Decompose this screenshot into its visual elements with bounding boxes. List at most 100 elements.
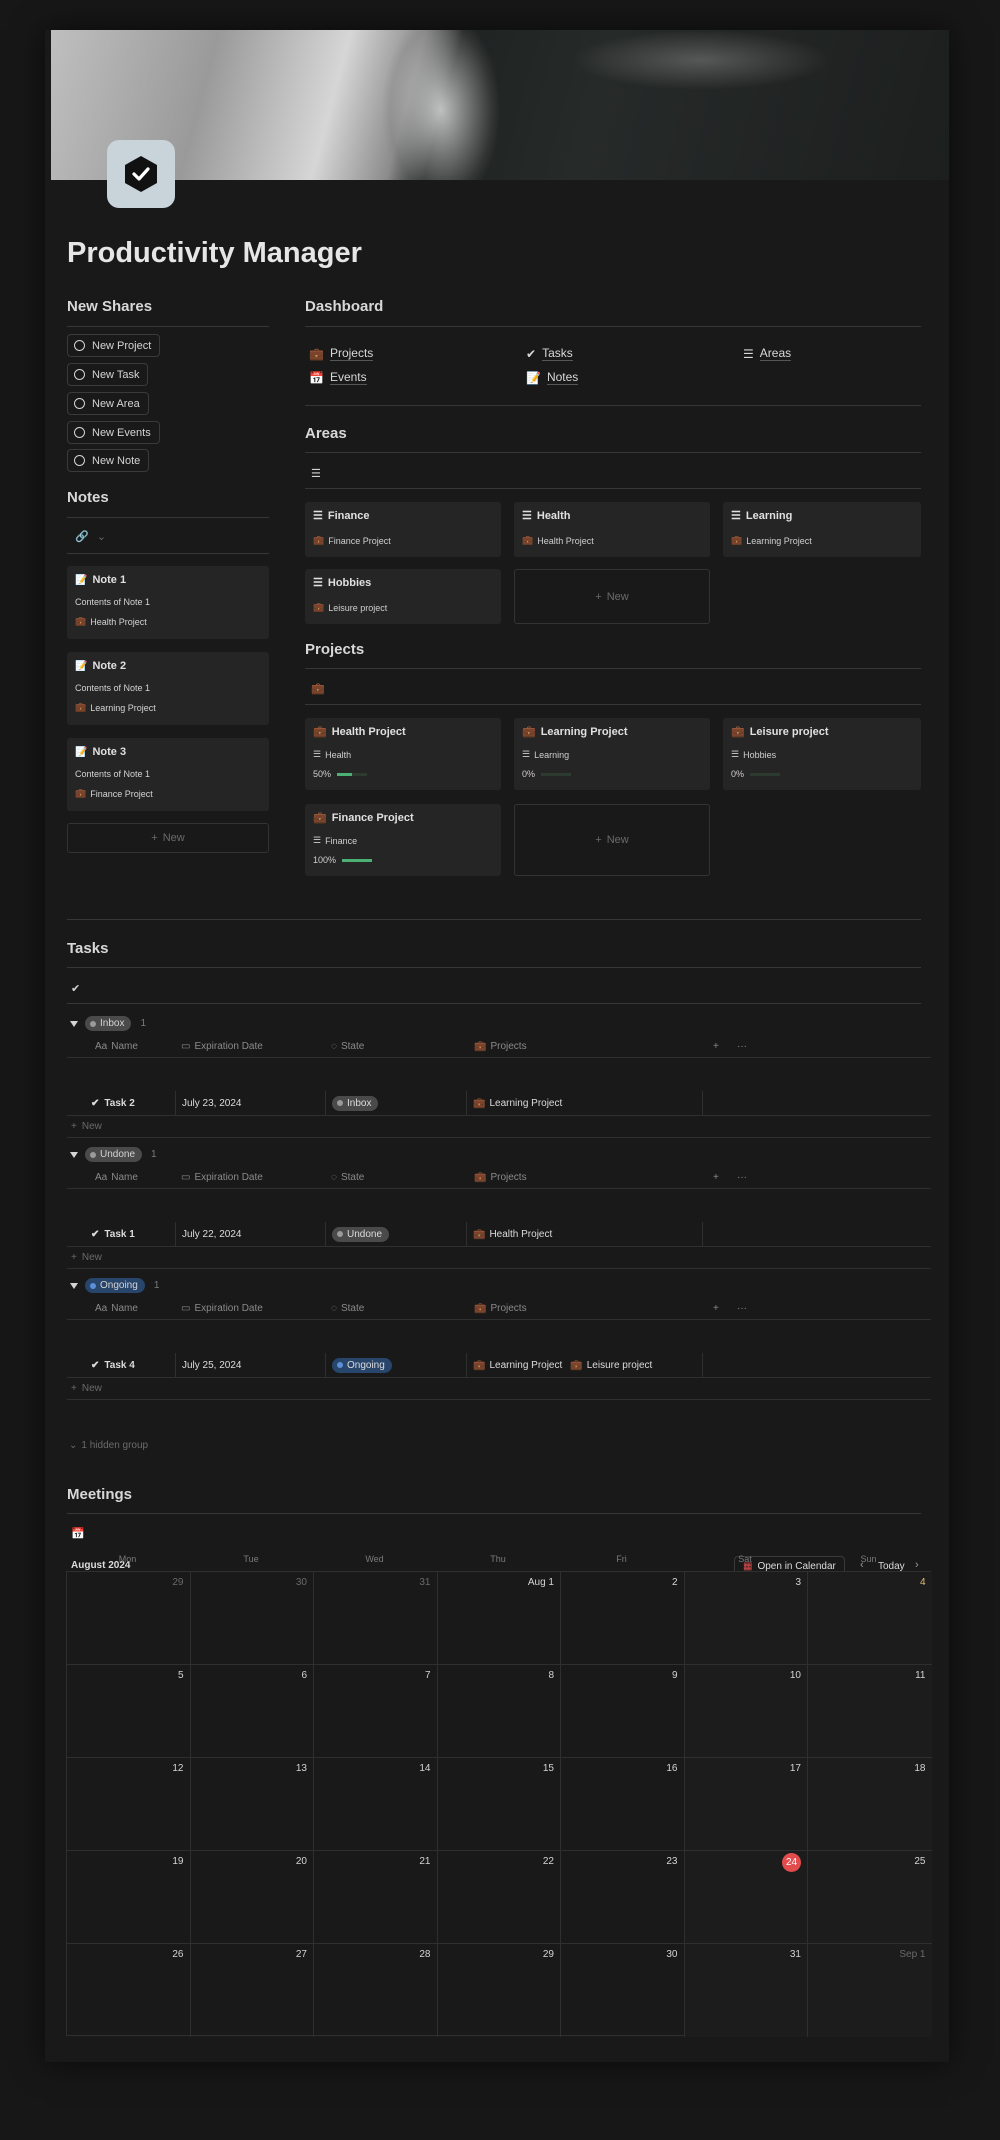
column-state[interactable]: ◌ State [331,1303,364,1314]
calendar-day[interactable]: 6 [190,1665,314,1758]
project-card-leisure[interactable]: 💼 Leisure project ☰ Hobbies 0% [723,718,921,790]
note-icon: 📝 [75,746,88,758]
column-name[interactable]: Aa Name [95,1303,138,1314]
page-icon[interactable] [107,140,175,208]
cover-image[interactable] [51,30,949,180]
calendar-day[interactable]: 10 [684,1665,808,1758]
check-circle-icon[interactable]: ✔ [71,982,80,995]
calendar-day[interactable]: 14 [314,1758,438,1851]
project-link[interactable]: Leisure project [587,1360,653,1371]
calendar-day[interactable]: 18 [808,1758,932,1851]
calendar-day[interactable]: 31 [684,1944,808,2037]
hidden-groups-toggle[interactable]: ⌄ 1 hidden group [69,1440,148,1451]
column-projects[interactable]: 💼 Projects [474,1303,527,1314]
column-projects[interactable]: 💼 Projects [474,1041,527,1052]
calendar-day[interactable]: 16 [561,1758,685,1851]
calendar-day[interactable]: 13 [190,1758,314,1851]
calendar-day[interactable]: 26 [67,1944,191,2037]
calendar-day[interactable]: 23 [561,1851,685,1944]
area-card-health[interactable]: ☰ Health 💼 Health Project [514,502,710,557]
calendar-day[interactable]: 24 [684,1851,808,1944]
new-project-button[interactable]: New Project [67,334,161,357]
table-row[interactable]: ✔ Task 4 July 25, 2024 Ongoing 💼 Learning … [67,1353,931,1378]
calendar-day[interactable]: 28 [314,1944,438,2037]
calendar-day[interactable]: 19 [67,1851,191,1944]
project-card-finance[interactable]: 💼 Finance Project ☰ Finance 100% [305,804,501,876]
calendar-day[interactable]: 25 [808,1851,932,1944]
calendar-day[interactable]: 30 [190,1572,314,1665]
column-state[interactable]: ◌ State [331,1041,364,1052]
calendar-day[interactable]: 22 [437,1851,561,1944]
calendar-icon[interactable]: 📅 [71,1527,85,1540]
dashboard-link-tasks[interactable]: ✔ Tasks [526,346,573,361]
more-icon[interactable]: ··· [737,1303,747,1314]
area-card-learning[interactable]: ☰ Learning 💼 Learning Project [723,502,921,557]
new-note-button[interactable]: New Note [67,449,150,472]
new-area-card[interactable]: + New [514,569,710,624]
area-card-hobbies[interactable]: ☰ Hobbies 💼 Leisure project [305,569,501,624]
table-row[interactable]: ✔ Task 1 July 22, 2024 Undone 💼 Health Pro… [67,1222,931,1247]
new-task-row[interactable]: + New [67,1116,931,1138]
more-icon[interactable]: ··· [737,1041,747,1052]
note-card[interactable]: 📝 Note 2 Contents of Note 1 💼 Learning Pro… [67,652,269,725]
calendar-day[interactable]: 20 [190,1851,314,1944]
calendar-day[interactable]: 7 [314,1665,438,1758]
column-name[interactable]: Aa Name [95,1041,138,1052]
task-group-ongoing[interactable]: Ongoing 1 [70,1278,159,1293]
add-column-icon[interactable]: + [713,1041,719,1052]
calendar-day[interactable]: 27 [191,1944,314,2037]
column-state[interactable]: ◌ State [331,1172,364,1183]
column-name[interactable]: Aa Name [95,1172,138,1183]
calendar-day[interactable]: 11 [808,1665,932,1758]
calendar-day[interactable]: 8 [437,1665,561,1758]
note-card[interactable]: 📝 Note 1 Contents of Note 1 💼 Health Proje… [67,566,269,639]
task-group-undone[interactable]: Undone 1 [70,1147,157,1162]
calendar-day[interactable]: 30 [561,1944,685,2037]
calendar-day[interactable]: 21 [314,1851,438,1944]
calendar-day[interactable]: 5 [67,1665,191,1758]
layers-icon[interactable]: ☰ [311,467,321,480]
new-note-card[interactable]: + New [67,823,269,853]
column-expiration[interactable]: ▭ Expiration Date [181,1172,263,1183]
area-card-finance[interactable]: ☰ Finance 💼 Finance Project [305,502,501,557]
project-link[interactable]: Learning Project [489,1098,562,1109]
new-project-card[interactable]: + New [514,804,710,876]
dashboard-link-projects[interactable]: 💼 Projects [309,346,374,361]
briefcase-icon[interactable]: 💼 [311,682,325,695]
calendar-day[interactable]: Sep 1 [808,1944,932,2037]
add-column-icon[interactable]: + [713,1303,719,1314]
calendar-day[interactable]: 3 [684,1572,808,1665]
task-group-inbox[interactable]: Inbox 1 [70,1016,146,1031]
calendar-day[interactable]: 2 [561,1572,685,1665]
calendar-day[interactable]: 29 [438,1944,561,2037]
new-area-button[interactable]: New Area [67,392,149,415]
calendar-day[interactable]: 4 [808,1572,932,1665]
add-column-icon[interactable]: + [713,1172,719,1183]
table-row[interactable]: ✔ Task 2 July 23, 2024 Inbox 💼 Learning Pr… [67,1091,931,1116]
notes-view-selector[interactable]: 🔗 ⌄ [75,530,106,543]
project-link[interactable]: Learning Project [489,1360,562,1371]
new-task-row[interactable]: + New [67,1247,931,1269]
column-expiration[interactable]: ▭ Expiration Date [181,1041,263,1052]
divider [305,326,921,327]
new-task-row[interactable]: + New [67,1378,931,1400]
new-task-button[interactable]: New Task [67,363,149,386]
dashboard-link-notes[interactable]: 📝 Notes [526,370,579,385]
dashboard-link-areas[interactable]: ☰ Areas [743,346,792,361]
project-link[interactable]: Health Project [489,1229,552,1240]
new-events-button[interactable]: New Events [67,421,160,444]
column-expiration[interactable]: ▭ Expiration Date [181,1303,263,1314]
calendar-day[interactable]: 17 [684,1758,808,1851]
calendar-day[interactable]: 31 [314,1572,438,1665]
project-card-learning[interactable]: 💼 Learning Project ☰ Learning 0% [514,718,710,790]
calendar-day[interactable]: 12 [67,1758,191,1851]
project-card-health[interactable]: 💼 Health Project ☰ Health 50% [305,718,501,790]
column-projects[interactable]: 💼 Projects [474,1172,527,1183]
calendar-day[interactable]: 29 [67,1572,191,1665]
calendar-day[interactable]: 15 [437,1758,561,1851]
more-icon[interactable]: ··· [737,1172,747,1183]
calendar-day[interactable]: 9 [561,1665,685,1758]
note-card[interactable]: 📝 Note 3 Contents of Note 1 💼 Finance Proj… [67,738,269,811]
calendar-day[interactable]: Aug 1 [437,1572,561,1665]
dashboard-link-events[interactable]: 📅 Events [309,370,367,385]
